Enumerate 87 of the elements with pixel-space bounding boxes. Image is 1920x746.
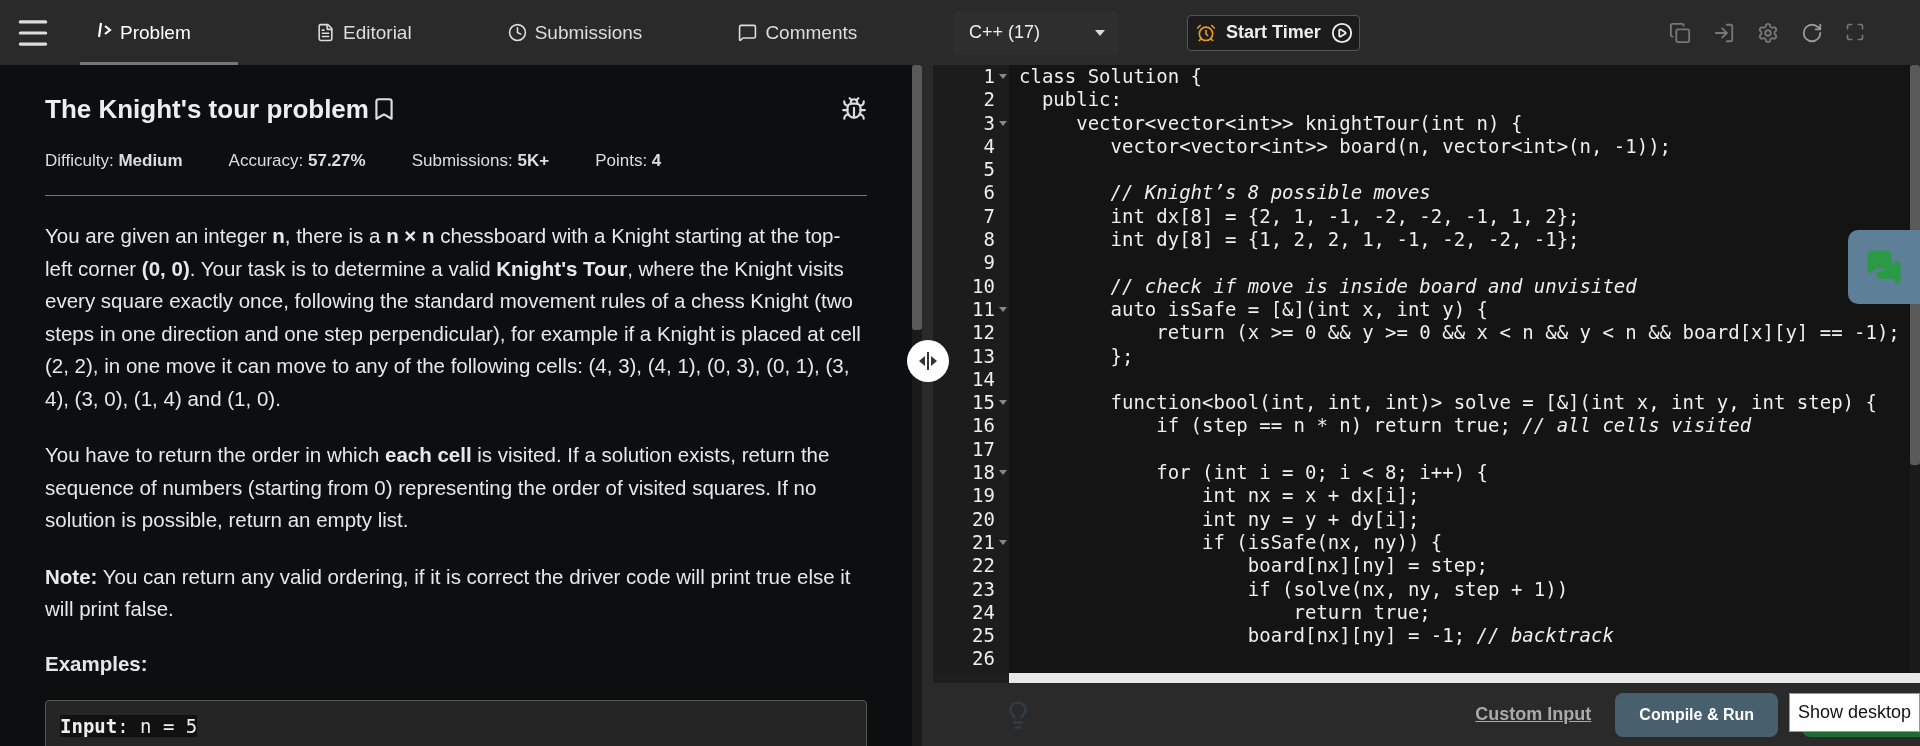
- line-number: 5: [982, 158, 996, 182]
- language-select[interactable]: C++ (17): [953, 10, 1119, 55]
- line-number: 19: [971, 484, 996, 508]
- problem-title: The Knight's tour problem: [45, 93, 369, 125]
- code-comment: // check if move is inside board and unvisited: [1109, 274, 1637, 298]
- bug-icon[interactable]: [841, 96, 867, 122]
- problem-stat: Difficulty: Medium: [45, 151, 183, 171]
- description-paragraph: Note: You can return any valid ordering, if it is correct the driver code will print true else it will print false.: [45, 563, 852, 622]
- fold-arrow-icon[interactable]: [999, 74, 1007, 79]
- code-line: int ny = y + dy[i];: [1201, 507, 1420, 531]
- code-line: if (solve(nx, ny, step + 1)): [1246, 577, 1569, 601]
- code-line: for (int i = 0; i < 8; i++) {: [1155, 461, 1488, 485]
- line-number: 18: [933, 461, 1009, 485]
- code-line: public:: [1040, 88, 1122, 112]
- line-number: 15: [933, 391, 1009, 415]
- code-comment: // backtrack: [1476, 624, 1614, 648]
- reset-icon[interactable]: [1801, 21, 1823, 44]
- code-line: if (step == n * n) return true;: [1155, 414, 1512, 438]
- code-line: class Solution {: [1019, 65, 1203, 89]
- code-line: int dy[8] = {1, 2, 2, 1, -1, -2, -2, -1};: [1109, 228, 1580, 252]
- line-number: 9: [982, 251, 996, 275]
- tab[interactable]: Submissions: [489, 0, 661, 65]
- line-number: 22: [971, 554, 996, 578]
- play-icon: [1330, 21, 1353, 44]
- settings-icon[interactable]: [1757, 21, 1779, 44]
- line-number: 3: [933, 111, 1009, 135]
- copy-icon[interactable]: [1669, 21, 1691, 44]
- line-number: 12: [971, 321, 996, 345]
- chat-icon: [1866, 249, 1902, 285]
- fold-arrow-icon[interactable]: [999, 400, 1007, 406]
- start-timer-button[interactable]: Start Timer: [1187, 14, 1360, 51]
- line-number: 4: [982, 134, 996, 159]
- description-paragraph: You have to return the order in which each cell is visited. If a solution exists, return the sequence of numbers (starting from 0) representing the order of visited squares. If no solution is possible, return an empty list.: [45, 442, 831, 533]
- line-number: 14: [971, 367, 996, 392]
- speech-bubble-icon: [738, 23, 758, 42]
- line-number: 20: [971, 507, 996, 531]
- line-number: 6: [982, 181, 996, 205]
- code-line: return (x >= 0 && y >= 0 && x < n && y < n && board[x][y] == -1);: [1155, 321, 1900, 345]
- code-line: board[nx][ny] = step;: [1246, 554, 1488, 578]
- code-line: int nx = x + dx[i];: [1201, 484, 1420, 508]
- line-number: 16: [971, 414, 996, 438]
- alarm-clock-icon: [1196, 22, 1216, 43]
- tab[interactable]: Problem: [80, 0, 238, 65]
- code-line: vector<vector<int>> knightTour(int n) {: [1075, 111, 1523, 135]
- tab[interactable]: Editorial: [298, 0, 430, 65]
- line-number: 8: [982, 228, 996, 252]
- line-number: 2: [982, 88, 996, 112]
- code-line: auto isSafe = [&](int x, int y) {: [1109, 297, 1488, 322]
- fold-arrow-icon[interactable]: [999, 306, 1007, 312]
- fold-arrow-icon[interactable]: [999, 539, 1007, 545]
- code-line: function<bool(int, int, int)> solve = [&](int x, int y, int step) {: [1109, 391, 1877, 415]
- code-line: if (isSafe(nx, ny)) {: [1201, 530, 1443, 555]
- scrollbar-thumb[interactable]: [912, 65, 922, 330]
- problem-stat: Submissions: 5K+: [411, 151, 550, 171]
- code-comment: // all cells visited: [1522, 414, 1752, 438]
- code-line: int dx[8] = {2, 1, -1, -2, -2, -1, 1, 2};: [1109, 204, 1580, 229]
- line-number: 17: [971, 437, 996, 462]
- line-number: 24: [971, 600, 996, 625]
- tab[interactable]: Comments: [720, 0, 876, 65]
- line-number: 11: [933, 297, 1009, 322]
- code-line: };: [1109, 344, 1134, 368]
- line-number: 23: [971, 577, 996, 601]
- document-icon: [316, 23, 335, 42]
- line-number: 10: [971, 274, 996, 298]
- compile-run-button[interactable]: Compile & Run: [1615, 692, 1778, 737]
- import-icon[interactable]: [1713, 21, 1735, 44]
- code-comment: // Knight’s 8 possible moves: [1109, 181, 1431, 205]
- code-line: vector<vector<int>> board(n, vector<int>(n, -1));: [1109, 134, 1672, 159]
- code-line: return true;: [1292, 600, 1431, 625]
- clock-icon: [507, 23, 527, 42]
- fold-arrow-icon[interactable]: [999, 120, 1007, 126]
- caret-icon: [1095, 29, 1105, 36]
- line-number: 21: [933, 530, 1009, 555]
- fold-arrow-icon[interactable]: [999, 470, 1007, 476]
- tooltip: Show desktop: [1788, 693, 1920, 732]
- examples-heading: Examples:: [45, 651, 149, 676]
- code-line: board[nx][ny] = -1;: [1246, 624, 1467, 648]
- line-number: 26: [971, 647, 996, 671]
- line-number: 25: [971, 624, 996, 648]
- problem-stat: Points: 4: [595, 151, 662, 171]
- custom-input-link[interactable]: Custom Input: [1475, 704, 1592, 725]
- line-number: 13: [971, 344, 996, 368]
- horizontal-scrollbar[interactable]: [1009, 673, 1920, 683]
- line-number: 7: [982, 204, 996, 229]
- fullscreen-icon[interactable]: [1845, 21, 1865, 42]
- problem-stat: Accuracy: 57.27%: [228, 151, 366, 171]
- line-number: 1: [933, 65, 1009, 89]
